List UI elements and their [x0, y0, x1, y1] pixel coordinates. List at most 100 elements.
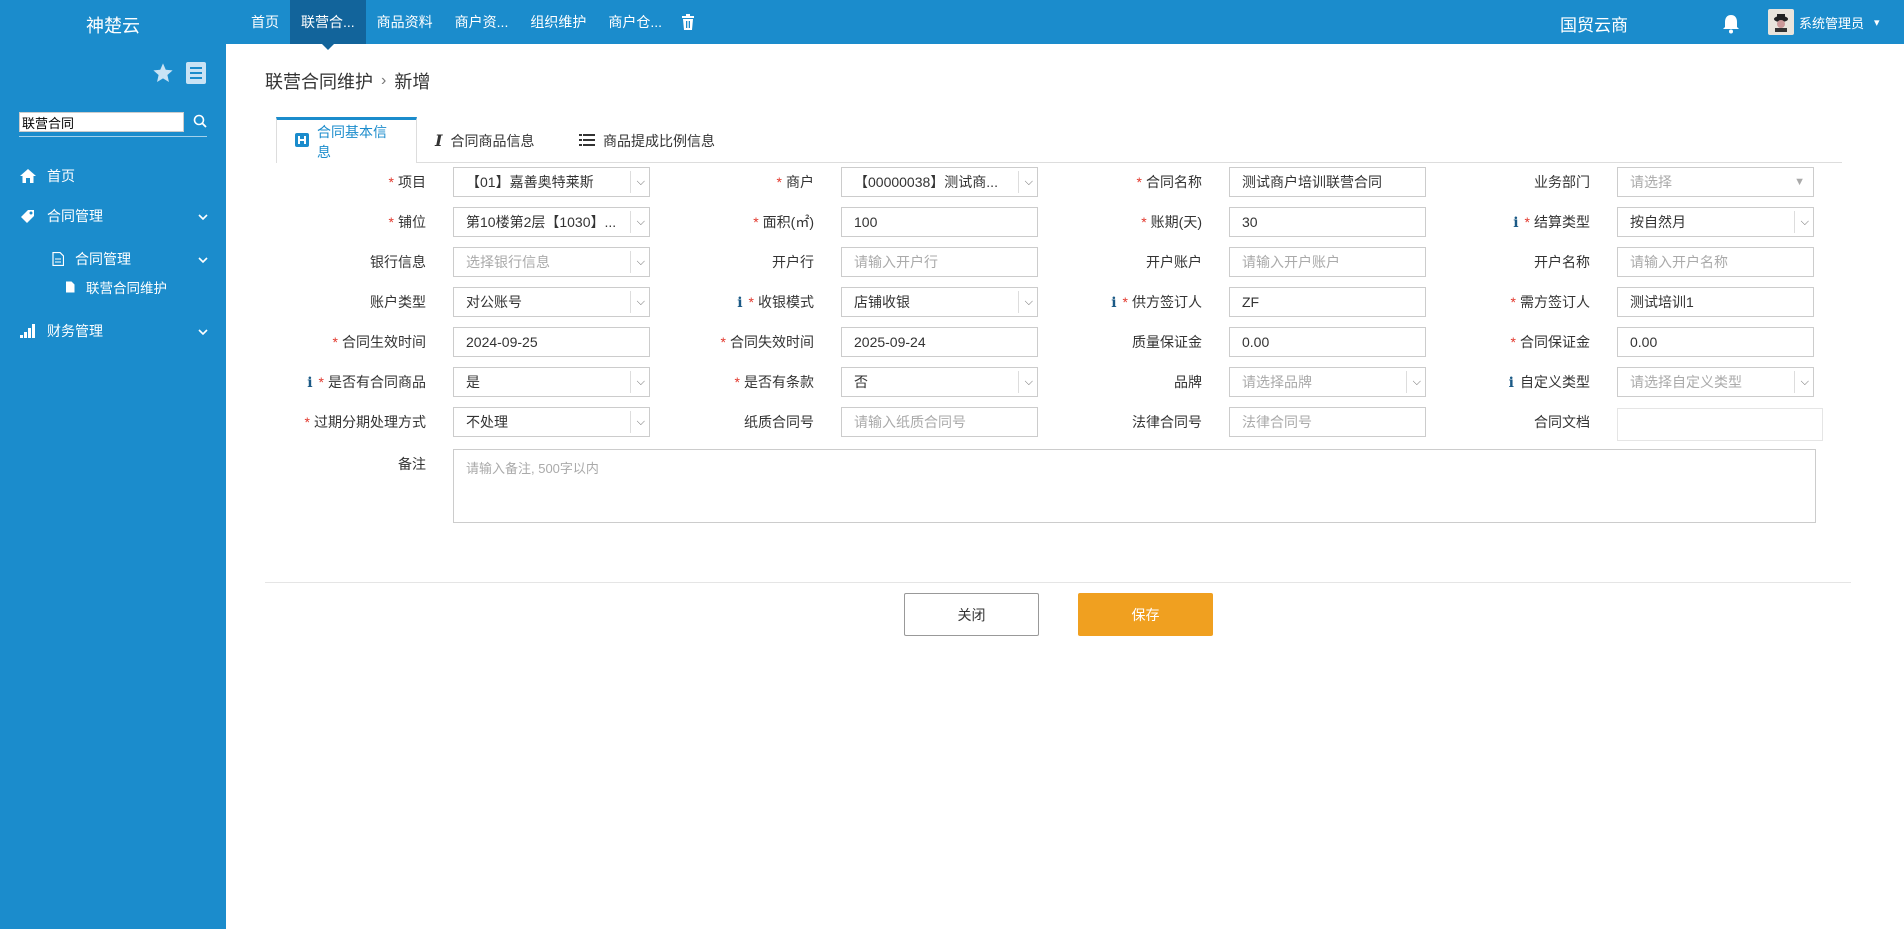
sidebar-search-input[interactable] [19, 112, 184, 132]
breadcrumb-current: 新增 [394, 72, 431, 92]
has-goods-select[interactable]: 是 ⌵ [453, 367, 650, 397]
search-icon[interactable] [193, 114, 207, 131]
nav-home[interactable]: 首页 [240, 0, 290, 44]
account-type-select[interactable]: 对公账号 ⌵ [453, 287, 650, 317]
top-nav: 首页 联营合... 商品资料 商户资... 组织维护 商户仓... [240, 0, 703, 50]
file-icon [48, 252, 68, 266]
label-contract-deposit: * 合同保证金 [1510, 334, 1590, 350]
chevron-down-icon: ⌵ [636, 256, 645, 268]
notes-icon[interactable] [186, 62, 206, 87]
label-period: * 账期(天) [1141, 214, 1202, 230]
tab-ratio-info[interactable]: 商品提成比例信息 [561, 118, 733, 163]
label-doc: 合同文档 [1534, 414, 1590, 430]
settle-select[interactable]: 按自然月 ⌵ [1617, 207, 1814, 237]
chevron-down-icon [198, 251, 208, 267]
tab-goods-info[interactable]: I 合同商品信息 [417, 118, 552, 163]
contract-deposit-input[interactable]: 0.00 [1617, 327, 1814, 357]
info-icon: i [307, 375, 313, 391]
nav-joint-contract[interactable]: 联营合... [290, 0, 366, 50]
label-merchant: * 商户 [776, 174, 814, 190]
sidebar-item-home[interactable]: 首页 [0, 165, 226, 187]
tag-icon [18, 208, 38, 224]
sidebar-search [19, 112, 207, 137]
contract-name-input[interactable]: 测试商户培训联营合同 [1229, 167, 1426, 197]
label-end-date: * 合同失效时间 [720, 334, 814, 350]
label-remark: 备注 [398, 456, 426, 472]
period-input[interactable]: 30 [1229, 207, 1426, 237]
brand-select[interactable]: 请选择品牌 ⌵ [1229, 367, 1426, 397]
shop-select[interactable]: 第10楼第2层【1030】... ⌵ [453, 207, 650, 237]
chevron-down-icon [198, 323, 208, 339]
label-overdue: * 过期分期处理方式 [304, 414, 426, 430]
open-bank-input[interactable]: 请输入开户行 [841, 247, 1038, 277]
dept-select[interactable]: 请选择 ▼ [1617, 167, 1814, 197]
cash-mode-select[interactable]: 店铺收银 ⌵ [841, 287, 1038, 317]
label-has-terms: * 是否有条款 [734, 374, 814, 390]
open-name-input[interactable]: 请输入开户名称 [1617, 247, 1814, 277]
paper-no-input[interactable]: 请输入纸质合同号 [841, 407, 1038, 437]
label-brand: 品牌 [1174, 374, 1202, 390]
sidebar-item-contract-mgmt[interactable]: 合同管理 [0, 205, 226, 227]
sidebar: 首页 合同管理 合同管理 联营合同维护 财务管理 [0, 44, 226, 929]
start-date-input[interactable]: 2024-09-25 [453, 327, 650, 357]
chevron-down-icon: ⌵ [1024, 176, 1033, 188]
project-select[interactable]: 【01】嘉善奥特莱斯 ⌵ [453, 167, 650, 197]
quality-deposit-input[interactable]: 0.00 [1229, 327, 1426, 357]
divider [265, 582, 1851, 583]
info-icon: i [1508, 375, 1514, 391]
has-terms-select[interactable]: 否 ⌵ [841, 367, 1038, 397]
label-open-bank: 开户行 [772, 254, 814, 270]
org-title: 国贸云商 [1560, 16, 1628, 35]
nav-merchant[interactable]: 商户资... [444, 0, 520, 44]
file-icon [60, 281, 80, 293]
bell-icon[interactable] [1722, 14, 1740, 34]
breadcrumb-separator: › [381, 72, 387, 89]
chevron-down-icon: ⌵ [1024, 376, 1033, 388]
supplier-signer-input[interactable]: ZF [1229, 287, 1426, 317]
chevron-down-icon: ⌵ [636, 296, 645, 308]
close-button[interactable]: 关闭 [904, 593, 1039, 636]
brand-logo: 神楚云 [86, 16, 140, 36]
end-date-input[interactable]: 2025-09-24 [841, 327, 1038, 357]
remark-textarea[interactable]: 请输入备注, 500字以内 [453, 449, 1816, 523]
sidebar-item-finance[interactable]: 财务管理 [0, 320, 226, 342]
home-icon [18, 169, 38, 183]
tab-label: 合同商品信息 [450, 132, 535, 149]
list-icon [579, 133, 595, 149]
label-open-name: 开户名称 [1534, 254, 1590, 270]
legal-no-input[interactable]: 法律合同号 [1229, 407, 1426, 437]
trash-icon[interactable] [673, 0, 703, 44]
sidebar-item-label: 联营合同维护 [86, 281, 167, 296]
custom-type-select[interactable]: 请选择自定义类型 ⌵ [1617, 367, 1814, 397]
tab-basic-info[interactable]: 合同基本信息 [276, 117, 417, 163]
label-start-date: * 合同生效时间 [332, 334, 426, 350]
buyer-signer-input[interactable]: 测试培训1 [1617, 287, 1814, 317]
merchant-select[interactable]: 【00000038】测试商... ⌵ [841, 167, 1038, 197]
area-input[interactable]: 100 [841, 207, 1038, 237]
user-name: 系统管理员 [1799, 15, 1865, 31]
user-menu[interactable]: 系统管理员 ▾ [1768, 9, 1880, 35]
chevron-down-icon: ⌵ [1800, 216, 1809, 228]
breadcrumb: 联营合同维护 › 新增 [265, 68, 430, 94]
open-account-input[interactable]: 请输入开户账户 [1229, 247, 1426, 277]
label-bank: 银行信息 [370, 254, 426, 270]
doc-upload[interactable] [1617, 408, 1823, 441]
label-cash-mode: i * 收银模式 [664, 287, 814, 318]
label-account-type: 账户类型 [370, 294, 426, 310]
sidebar-item-joint-contract[interactable]: 联营合同维护 [0, 276, 226, 298]
star-icon[interactable] [152, 62, 174, 87]
bank-select[interactable]: 选择银行信息 ⌵ [453, 247, 650, 277]
info-icon: i [1111, 295, 1117, 311]
breadcrumb-parent[interactable]: 联营合同维护 [265, 68, 373, 94]
label-project: * 项目 [388, 174, 426, 190]
chevron-down-icon: ⌵ [1024, 296, 1033, 308]
tab-label: 商品提成比例信息 [603, 132, 715, 149]
nav-warehouse[interactable]: 商户仓... [597, 0, 673, 44]
nav-org[interactable]: 组织维护 [519, 0, 597, 44]
label-area: * 面积(㎡) [753, 214, 814, 230]
save-button[interactable]: 保存 [1078, 593, 1213, 636]
overdue-select[interactable]: 不处理 ⌵ [453, 407, 650, 437]
nav-goods[interactable]: 商品资料 [366, 0, 444, 44]
tab-label: 合同基本信息 [317, 123, 387, 160]
sidebar-item-contract-mgmt-sub[interactable]: 合同管理 [0, 248, 226, 270]
